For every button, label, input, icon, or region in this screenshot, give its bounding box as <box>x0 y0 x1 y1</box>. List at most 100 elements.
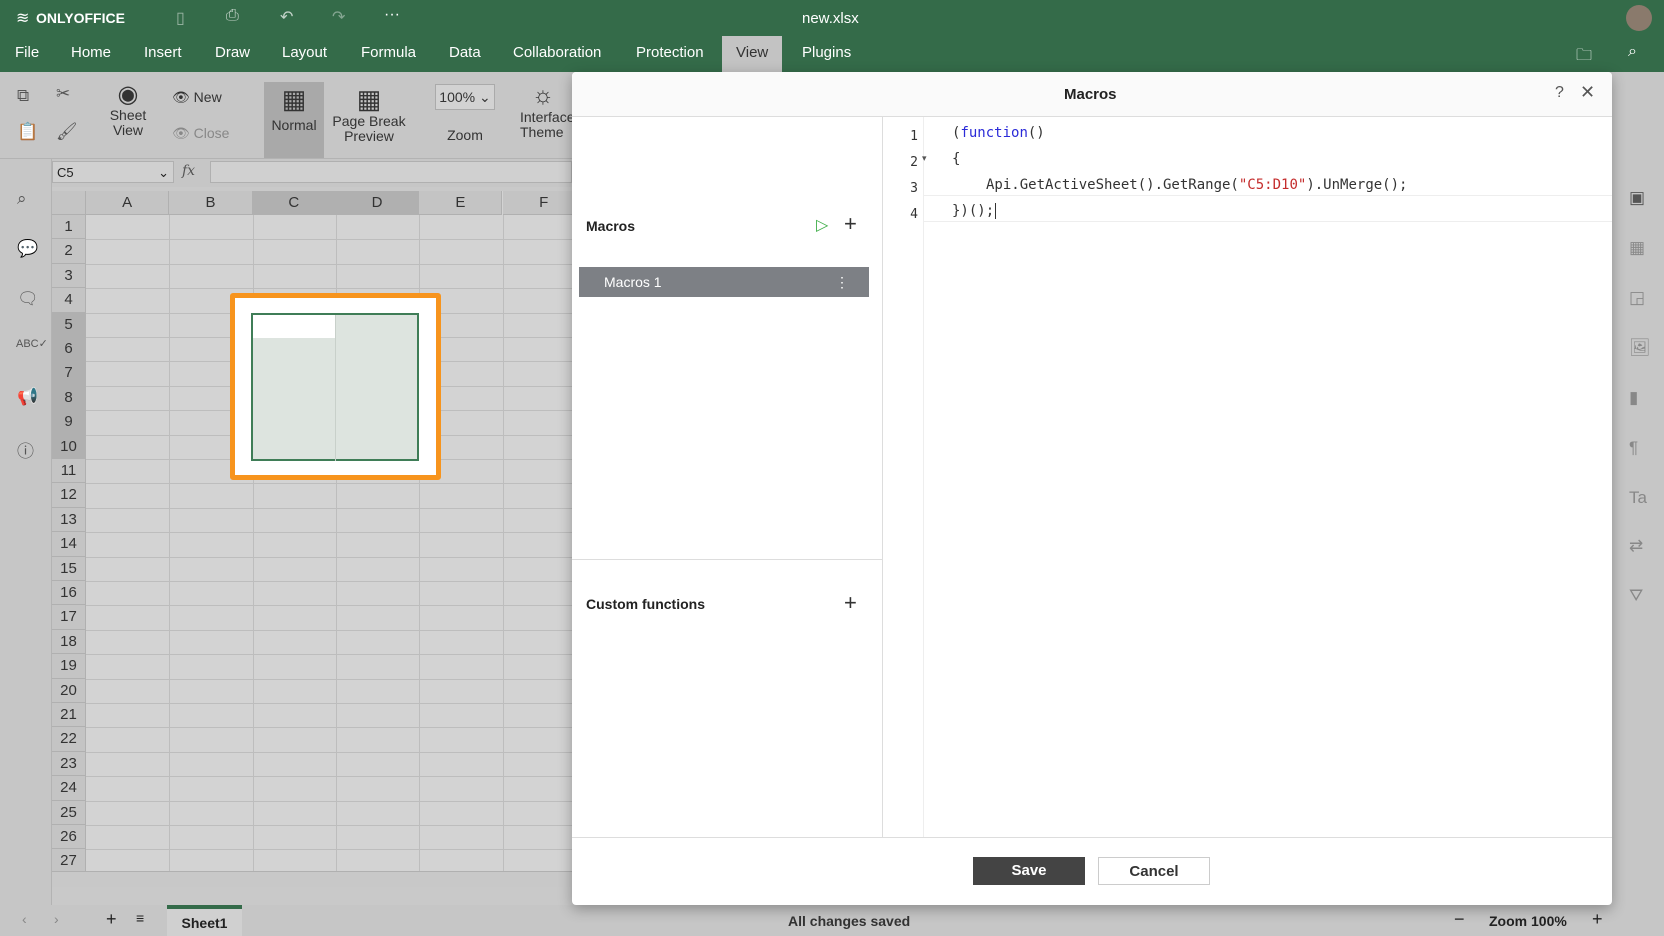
info-icon[interactable]: ⓘ <box>17 437 34 462</box>
copy-icon[interactable]: ⧉ <box>17 86 29 106</box>
menu-home[interactable]: Home <box>71 44 111 61</box>
row-header[interactable]: 3 <box>52 263 86 289</box>
row-header[interactable]: 5 <box>52 312 86 337</box>
close-view-button[interactable]: 👁 Close <box>172 126 229 141</box>
row-header[interactable]: 17 <box>52 605 86 630</box>
save-icon[interactable]: ▯ <box>176 8 185 28</box>
filter-icon[interactable]: ⛛ <box>1629 586 1643 606</box>
close-icon[interactable]: ✕ <box>1580 82 1595 103</box>
cancel-button[interactable]: Cancel <box>1098 857 1210 885</box>
paste-icon[interactable]: 📋 <box>17 122 38 142</box>
menu-layout[interactable]: Layout <box>282 44 327 61</box>
row-header[interactable]: 4 <box>52 288 86 313</box>
column-header[interactable]: E <box>419 191 503 215</box>
row-header[interactable]: 10 <box>52 434 86 459</box>
fx-icon[interactable]: fx <box>182 163 195 179</box>
search-icon[interactable]: ⌕ <box>1628 43 1637 61</box>
menu-data[interactable]: Data <box>449 44 481 61</box>
column-header[interactable]: D <box>335 191 420 215</box>
row-header[interactable]: 7 <box>52 361 86 386</box>
next-sheet-icon[interactable]: › <box>54 911 59 927</box>
redo-icon[interactable]: ↷ <box>332 7 345 27</box>
row-header[interactable]: 25 <box>52 800 86 825</box>
row-header[interactable]: 18 <box>52 629 86 655</box>
normal-view-button[interactable]: ▦ Normal <box>264 82 324 158</box>
row-header[interactable]: 1 <box>52 215 86 240</box>
menu-plugins[interactable]: Plugins <box>802 44 851 61</box>
fold-arrow-icon[interactable]: ▾ <box>922 153 927 164</box>
column-header[interactable]: F <box>502 191 572 215</box>
image-icon[interactable]: 🖼 <box>1629 338 1651 358</box>
folder-icon[interactable]: 🗀 <box>1576 44 1592 71</box>
more-icon[interactable]: ··· <box>384 6 400 24</box>
shape-icon[interactable]: ◲ <box>1629 288 1645 308</box>
select-all-corner[interactable] <box>52 191 86 215</box>
text-art-icon[interactable]: Ta <box>1629 488 1647 508</box>
selection-range[interactable] <box>251 313 419 461</box>
interface-theme-button[interactable]: ☼ Interface Theme <box>520 82 572 140</box>
menu-formula[interactable]: Formula <box>361 44 416 61</box>
row-header[interactable]: 6 <box>52 337 86 362</box>
menu-insert[interactable]: Insert <box>144 44 182 61</box>
menu-view[interactable]: View <box>722 36 783 72</box>
row-header[interactable]: 26 <box>52 825 86 850</box>
page-break-preview-button[interactable]: ▦ Page Break Preview <box>330 84 408 144</box>
add-function-icon[interactable]: + <box>844 590 857 616</box>
zoom-out-icon[interactable]: − <box>1454 909 1465 930</box>
row-header[interactable]: 20 <box>52 678 86 703</box>
chart-icon[interactable]: ▮ <box>1629 388 1638 408</box>
comment-icon[interactable]: 💬 <box>17 239 38 259</box>
more-vertical-icon[interactable]: ⋮ <box>835 274 849 291</box>
row-header[interactable]: 2 <box>52 239 86 264</box>
menu-draw[interactable]: Draw <box>215 44 250 61</box>
zoom-in-icon[interactable]: + <box>1592 909 1603 930</box>
prev-sheet-icon[interactable]: ‹ <box>22 911 27 927</box>
table-icon[interactable]: ▦ <box>1629 238 1645 258</box>
undo-icon[interactable]: ↶ <box>280 7 293 27</box>
row-header[interactable]: 15 <box>52 556 86 581</box>
row-header[interactable]: 21 <box>52 703 86 728</box>
format-painter-icon[interactable]: 🖌 <box>56 122 78 142</box>
sheet-list-icon[interactable]: ≡ <box>136 910 144 926</box>
help-icon[interactable]: ? <box>1555 84 1564 102</box>
chat-icon[interactable]: 🗨 <box>17 289 39 309</box>
add-macro-icon[interactable]: + <box>844 211 857 237</box>
pivot-icon[interactable]: ⇄ <box>1629 536 1643 556</box>
active-cell[interactable] <box>253 315 336 338</box>
menu-collaboration[interactable]: Collaboration <box>513 44 601 61</box>
code-editor[interactable]: 1 2 ▾ 3 4 (function() { Api.GetActiveShe… <box>884 117 1612 837</box>
cut-icon[interactable]: ✂ <box>56 84 70 104</box>
zoom-select[interactable]: 100% ⌄ <box>435 84 495 110</box>
sheet-tab[interactable]: Sheet1 <box>167 905 242 936</box>
avatar[interactable] <box>1626 5 1652 31</box>
cell-settings-icon[interactable]: ▣ <box>1629 188 1645 208</box>
column-header[interactable]: C <box>252 191 336 215</box>
save-button[interactable]: Save <box>973 857 1085 885</box>
menu-file[interactable]: File <box>15 44 39 61</box>
horizontal-scrollbar[interactable] <box>52 871 572 887</box>
row-header[interactable]: 13 <box>52 507 86 533</box>
cell-reference-input[interactable]: C5 ⌄ <box>52 161 174 183</box>
run-icon[interactable]: ▷ <box>816 215 828 235</box>
spellcheck-icon[interactable]: ABC✓ <box>16 337 48 350</box>
column-header[interactable]: A <box>86 191 170 215</box>
row-header[interactable]: 23 <box>52 751 86 777</box>
row-header[interactable]: 11 <box>52 459 86 484</box>
menu-protection[interactable]: Protection <box>636 44 704 61</box>
row-header[interactable]: 19 <box>52 654 86 679</box>
formula-input[interactable] <box>210 161 572 183</box>
row-header[interactable]: 24 <box>52 776 86 801</box>
row-header[interactable]: 16 <box>52 581 86 606</box>
column-header[interactable]: B <box>169 191 253 215</box>
row-header[interactable]: 8 <box>52 385 86 411</box>
paragraph-icon[interactable]: ¶ <box>1629 438 1638 458</box>
row-header[interactable]: 14 <box>52 532 86 557</box>
print-icon[interactable]: ⎙ <box>226 7 239 25</box>
sheet-view-button[interactable]: ◉ Sheet View <box>104 82 152 138</box>
add-sheet-icon[interactable]: + <box>106 909 117 930</box>
macro-item[interactable]: Macros 1 ⋮ <box>579 267 869 297</box>
row-header[interactable]: 12 <box>52 483 86 508</box>
row-header[interactable]: 22 <box>52 727 86 752</box>
search-icon[interactable]: ⌕ <box>17 189 27 209</box>
feedback-icon[interactable]: 📢 <box>17 387 38 407</box>
